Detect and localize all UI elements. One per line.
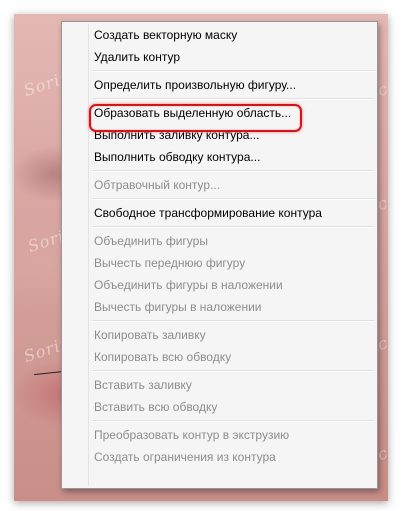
menu-item-intersect-shapes: Объединить фигуры в наложении — [94, 278, 283, 292]
menu-item-create-constraints-from-path: Создать ограничения из контура — [94, 450, 276, 464]
menu-separator — [92, 70, 375, 72]
highlight-annotation — [89, 104, 302, 132]
menu-item-create-vector-mask[interactable]: Создать векторную маску — [62, 24, 377, 46]
menu-separator — [92, 370, 375, 372]
menu-separator — [92, 226, 375, 228]
menu-item-copy-fill: Копировать заливку — [94, 328, 206, 342]
menu-item-free-transform-path[interactable]: Свободное трансформирование контура — [62, 202, 377, 224]
menu-item-paste-fill: Вставить заливку — [94, 378, 192, 392]
menu-separator — [92, 98, 375, 100]
menu-item-paste-complete-stroke: Вставить всю обводку — [94, 400, 218, 414]
menu-separator — [92, 198, 375, 200]
menu-item-stroke-path[interactable]: Выполнить обводку контура... — [62, 146, 377, 168]
menu-item-copy-complete-stroke: Копировать всю обводку — [94, 350, 232, 364]
menu-separator — [92, 320, 375, 322]
menu-item-convert-path-to-extrusion: Преобразовать контур в экструзию — [94, 428, 290, 442]
menu-item-clipping-path: Обтравочный контур... — [94, 178, 221, 192]
context-menu: Создать векторную маску Удалить контур О… — [61, 21, 378, 489]
menu-item-subtract-front-shape: Вычесть переднюю фигуру — [94, 256, 246, 270]
menu-separator — [92, 170, 375, 172]
menu-item-define-custom-shape[interactable]: Определить произвольную фигуру... — [62, 74, 377, 96]
menu-item-combine-shapes: Объединить фигуры — [94, 234, 208, 248]
menu-item-delete-path[interactable]: Удалить контур — [62, 46, 377, 68]
menu-separator — [92, 420, 375, 422]
menu-item-exclude-overlapping-shapes: Вычесть фигуры в наложении — [94, 300, 262, 314]
